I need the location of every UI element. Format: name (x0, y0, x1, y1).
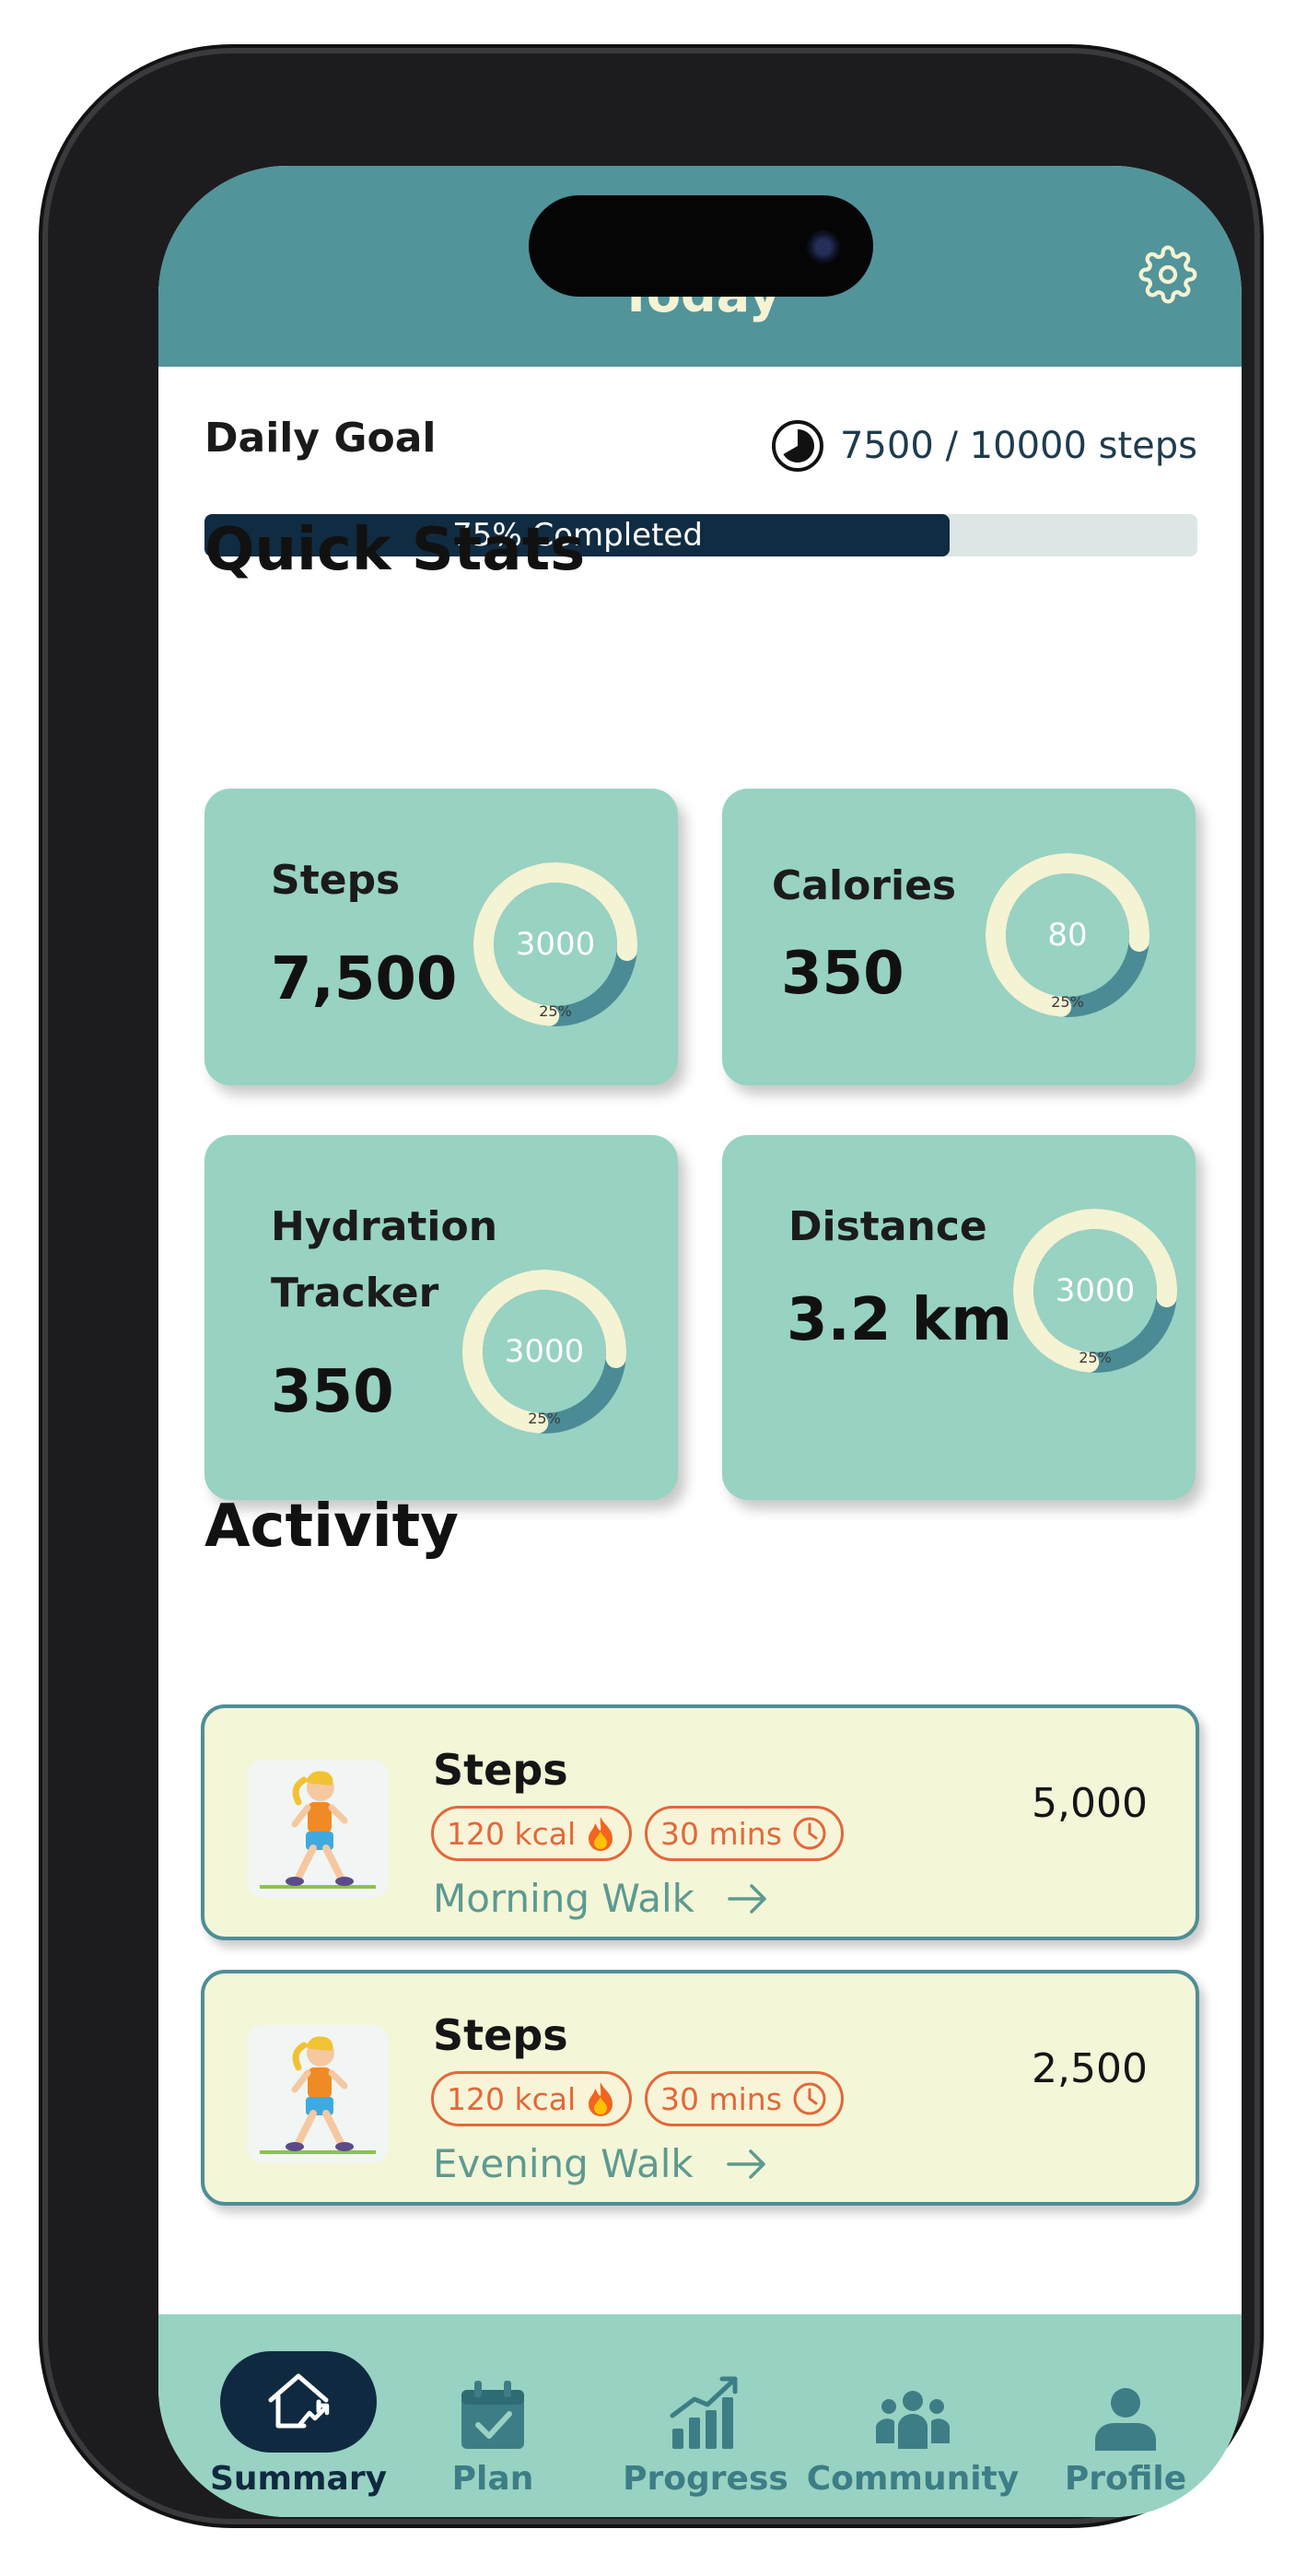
activity-value: 2,500 (1032, 2045, 1148, 2092)
app-screen: Today Daily Goal 7500 / 10000 steps (158, 166, 1242, 2517)
stat-card-calories[interactable]: Calories 350 80 25% (722, 789, 1196, 1085)
quick-stats-title: Quick Stats (204, 516, 586, 584)
nav-label: Profile (1064, 2460, 1187, 2498)
nav-progress[interactable]: Progress (613, 2314, 798, 2517)
duration-chip: 30 mins (645, 1806, 844, 1861)
activity-link[interactable]: Evening Walk (433, 2141, 769, 2186)
stat-value: 350 (271, 1358, 394, 1426)
stat-label-line2: Tracker (271, 1270, 439, 1317)
activity-card-evening-walk[interactable]: Steps 120 kcal 30 mins Evening Walk 2,50… (201, 1970, 1199, 2206)
clock-icon (793, 1817, 826, 1850)
stat-value: 3.2 km (787, 1286, 1012, 1354)
camera-icon (807, 230, 840, 263)
nav-label: Plan (451, 2460, 534, 2498)
nav-label: Community (806, 2460, 1020, 2498)
arrow-right-icon (726, 2149, 765, 2179)
people-group-icon (876, 2391, 950, 2449)
nav-label: Progress (623, 2460, 788, 2498)
nav-community[interactable]: Community (798, 2314, 1028, 2517)
fire-icon (589, 1817, 613, 1851)
stat-card-distance[interactable]: Distance 3.2 km 3000 25% (722, 1135, 1196, 1500)
nav-profile[interactable]: Profile (1046, 2314, 1205, 2517)
activity-title: Steps (433, 1745, 568, 1795)
stat-card-steps[interactable]: Steps 7,500 3000 25% (204, 789, 678, 1085)
activity-name: Morning Walk (433, 1876, 694, 1921)
clock-icon (793, 2082, 826, 2115)
activity-title: Activity (204, 1493, 459, 1561)
duration-text: 30 mins (660, 1815, 782, 1852)
stat-card-hydration[interactable]: Hydration Tracker 350 3000 25% (204, 1135, 678, 1500)
nav-label: Summary (209, 2460, 388, 2498)
stat-label: Calories (772, 862, 957, 909)
stat-label-line1: Hydration (271, 1203, 498, 1250)
activity-link[interactable]: Morning Walk (433, 1876, 770, 1921)
bar-chart-trend-icon (670, 2376, 738, 2449)
ring-percent: 25% (1079, 1349, 1112, 1366)
calendar-check-icon (461, 2381, 524, 2449)
kcal-text: 120 kcal (447, 1815, 577, 1852)
settings-button[interactable] (1135, 241, 1201, 308)
walker-illustration-icon (247, 2025, 389, 2163)
activity-name: Evening Walk (433, 2141, 694, 2186)
walker-illustration-icon (247, 1760, 389, 1898)
kcal-text: 120 kcal (447, 2080, 577, 2117)
activity-title: Steps (433, 2010, 568, 2060)
app-header: Today (158, 166, 1242, 367)
arrow-right-icon (728, 1883, 766, 1914)
ring-percent: 25% (1051, 993, 1084, 1011)
stat-ring: 3000 25% (1008, 1203, 1183, 1378)
daily-goal-title: Daily Goal (204, 415, 437, 462)
progress-clock-icon (770, 418, 825, 474)
activity-value: 5,000 (1032, 1780, 1148, 1827)
bottom-nav: Summary Plan Progress Community Profile (158, 2314, 1242, 2517)
stat-ring: 80 25% (980, 848, 1155, 1023)
stat-ring: 3000 25% (468, 857, 643, 1032)
kcal-chip: 120 kcal (431, 2071, 633, 2126)
gear-icon (1138, 245, 1197, 304)
fire-icon (589, 2082, 613, 2116)
duration-chip: 30 mins (645, 2071, 844, 2126)
nav-plan[interactable]: Plan (424, 2314, 562, 2517)
stat-value: 7,500 (271, 945, 458, 1013)
phone-frame: Today Daily Goal 7500 / 10000 steps (48, 53, 1254, 2519)
duration-text: 30 mins (660, 2080, 782, 2117)
activity-card-morning-walk[interactable]: Steps 120 kcal 30 mins Morning Walk 5,00… (201, 1704, 1199, 1940)
nav-summary[interactable]: Summary (201, 2314, 396, 2517)
daily-goal-steps: 7500 / 10000 steps (770, 418, 1197, 474)
stat-value: 350 (781, 940, 904, 1008)
person-icon (1095, 2388, 1156, 2451)
kcal-chip: 120 kcal (431, 1806, 633, 1861)
stat-ring: 3000 25% (457, 1264, 632, 1439)
stat-label: Distance (788, 1203, 987, 1250)
home-chart-icon (268, 2373, 330, 2429)
daily-goal-steps-text: 7500 / 10000 steps (839, 425, 1197, 467)
dynamic-island (529, 195, 873, 297)
stat-label: Steps (271, 857, 401, 904)
nav-active-pill (220, 2351, 377, 2453)
ring-percent: 25% (539, 1002, 572, 1020)
ring-percent: 25% (528, 1410, 561, 1427)
